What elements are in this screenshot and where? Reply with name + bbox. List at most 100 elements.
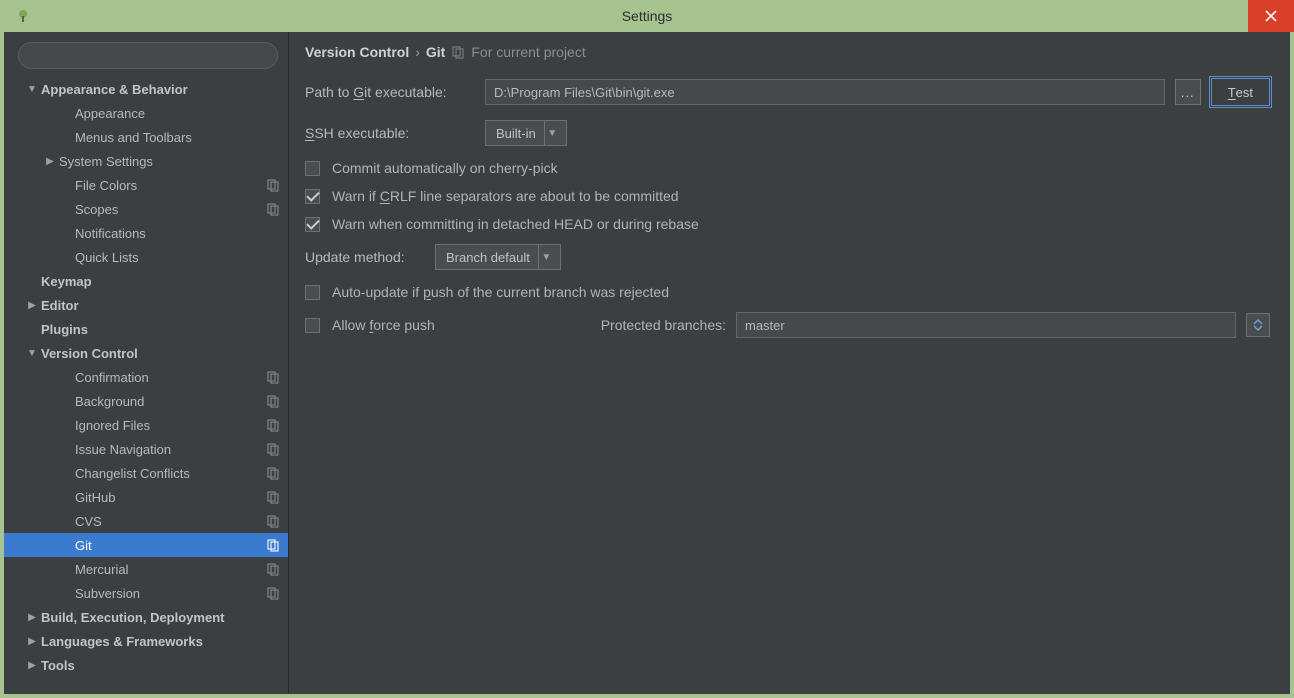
chevron-right-icon: ▶: [26, 660, 38, 671]
tree-item-label: CVS: [75, 514, 102, 529]
app-icon: [14, 7, 32, 25]
tree-item[interactable]: ▶System Settings: [4, 149, 288, 173]
breadcrumb: Version Control › Git For current projec…: [305, 44, 1270, 60]
tree-item[interactable]: Subversion: [4, 581, 288, 605]
project-scope-icon: [266, 394, 280, 408]
tree-item-label: Languages & Frameworks: [41, 634, 203, 649]
chevron-right-icon: ▶: [44, 156, 56, 167]
breadcrumb-parent: Version Control: [305, 44, 409, 60]
project-scope-icon: [266, 442, 280, 456]
auto-update-label: Auto-update if push of the current branc…: [332, 284, 669, 300]
tree-item-label: Notifications: [75, 226, 146, 241]
tree-item[interactable]: Menus and Toolbars: [4, 125, 288, 149]
tree-item[interactable]: Appearance: [4, 101, 288, 125]
project-scope-icon: [266, 562, 280, 576]
tree-item-label: Background: [75, 394, 144, 409]
project-scope-icon: [266, 202, 280, 216]
tree-item-label: Appearance & Behavior: [41, 82, 188, 97]
settings-tree: ▼Appearance & BehaviorAppearanceMenus an…: [4, 77, 288, 677]
project-scope-icon: [266, 538, 280, 552]
project-scope-icon: [266, 586, 280, 600]
tree-item[interactable]: Keymap: [4, 269, 288, 293]
tree-item-label: Version Control: [41, 346, 138, 361]
project-scope-icon: [266, 418, 280, 432]
cherry-pick-label: Commit automatically on cherry-pick: [332, 160, 558, 176]
expand-field-button[interactable]: [1246, 313, 1270, 337]
tree-item[interactable]: Changelist Conflicts: [4, 461, 288, 485]
tree-item-label: Issue Navigation: [75, 442, 171, 457]
tree-item-label: Changelist Conflicts: [75, 466, 190, 481]
tree-item-label: Quick Lists: [75, 250, 139, 265]
breadcrumb-sep: ›: [415, 44, 420, 60]
tree-item[interactable]: Mercurial: [4, 557, 288, 581]
tree-item[interactable]: ▼Appearance & Behavior: [4, 77, 288, 101]
tree-item[interactable]: CVS: [4, 509, 288, 533]
close-button[interactable]: [1248, 0, 1294, 32]
tree-item-label: System Settings: [59, 154, 153, 169]
tree-item-label: File Colors: [75, 178, 137, 193]
tree-item[interactable]: ▼Version Control: [4, 341, 288, 365]
title-bar: Settings: [0, 0, 1294, 32]
tree-item[interactable]: Plugins: [4, 317, 288, 341]
tree-item[interactable]: Ignored Files: [4, 413, 288, 437]
project-scope-icon: [266, 178, 280, 192]
protected-input[interactable]: [736, 312, 1236, 338]
search-input[interactable]: [18, 42, 278, 69]
tree-item[interactable]: Issue Navigation: [4, 437, 288, 461]
ssh-select[interactable]: Built-in ▼: [485, 120, 567, 146]
force-push-checkbox[interactable]: [305, 318, 320, 333]
client-area: ▼Appearance & BehaviorAppearanceMenus an…: [4, 32, 1290, 694]
chevron-down-icon: ▼: [538, 245, 554, 269]
update-value: Branch default: [446, 250, 530, 265]
tree-item[interactable]: Background: [4, 389, 288, 413]
tree-item[interactable]: ▶Tools: [4, 653, 288, 677]
chevron-right-icon: ▶: [26, 636, 38, 647]
test-button[interactable]: Test: [1211, 78, 1270, 106]
update-select[interactable]: Branch default ▼: [435, 244, 561, 270]
tree-item-label: Confirmation: [75, 370, 149, 385]
chevron-down-icon: ▼: [26, 84, 38, 95]
tree-item-label: Keymap: [41, 274, 92, 289]
tree-item[interactable]: ▶Build, Execution, Deployment: [4, 605, 288, 629]
tree-item-label: Appearance: [75, 106, 145, 121]
tree-item-label: Git: [75, 538, 92, 553]
ssh-label: SSH executable:: [305, 125, 475, 141]
tree-item[interactable]: GitHub: [4, 485, 288, 509]
tree-item[interactable]: ▶Languages & Frameworks: [4, 629, 288, 653]
tree-item-label: Subversion: [75, 586, 140, 601]
tree-item-label: Ignored Files: [75, 418, 150, 433]
detached-checkbox[interactable]: [305, 217, 320, 232]
tree-item-label: Mercurial: [75, 562, 128, 577]
project-scope-icon: [266, 514, 280, 528]
project-scope-icon: [266, 466, 280, 480]
tree-item[interactable]: Quick Lists: [4, 245, 288, 269]
tree-item[interactable]: Git: [4, 533, 288, 557]
tree-item-label: Plugins: [41, 322, 88, 337]
window-title: Settings: [0, 8, 1294, 24]
tree-item[interactable]: ▶Editor: [4, 293, 288, 317]
tree-item-label: Editor: [41, 298, 79, 313]
tree-item-label: Tools: [41, 658, 75, 673]
git-path-input[interactable]: [485, 79, 1165, 105]
tree-item[interactable]: Confirmation: [4, 365, 288, 389]
breadcrumb-scope: For current project: [471, 44, 585, 60]
cherry-pick-checkbox[interactable]: [305, 161, 320, 176]
git-path-label: Path to Git executable:: [305, 84, 475, 100]
tree-item[interactable]: Notifications: [4, 221, 288, 245]
tree-item-label: Build, Execution, Deployment: [41, 610, 224, 625]
main-panel: Version Control › Git For current projec…: [289, 32, 1290, 694]
auto-update-checkbox[interactable]: [305, 285, 320, 300]
tree-item-label: Menus and Toolbars: [75, 130, 192, 145]
update-label: Update method:: [305, 249, 425, 265]
browse-button[interactable]: ...: [1175, 79, 1201, 105]
breadcrumb-current: Git: [426, 44, 445, 60]
chevron-right-icon: ▶: [26, 300, 38, 311]
tree-item[interactable]: File Colors: [4, 173, 288, 197]
crlf-label: Warn if CRLF line separators are about t…: [332, 188, 679, 204]
crlf-checkbox[interactable]: [305, 189, 320, 204]
chevron-down-icon: ▼: [26, 348, 38, 359]
project-scope-icon: [266, 490, 280, 504]
project-scope-icon: [451, 45, 465, 59]
ssh-value: Built-in: [496, 126, 536, 141]
tree-item[interactable]: Scopes: [4, 197, 288, 221]
